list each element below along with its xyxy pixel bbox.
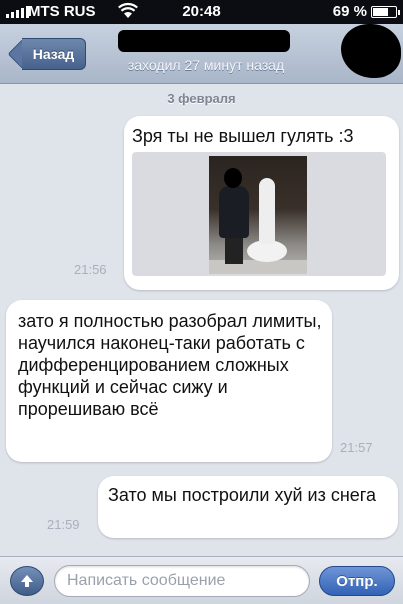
- message-text: зато я полностью разобрал лимиты, научил…: [18, 311, 322, 419]
- message-text: Зато мы построили хуй из снега: [108, 485, 376, 505]
- battery-icon: [371, 6, 400, 18]
- chat-history[interactable]: 3 февраля Зря ты не вышел гулять :3 21:5…: [0, 84, 403, 556]
- back-button[interactable]: Назад: [7, 38, 88, 70]
- attach-button[interactable]: [10, 566, 44, 596]
- photo-attachment[interactable]: [132, 152, 386, 276]
- message-input[interactable]: [54, 565, 310, 597]
- message-text: Зря ты не вышел гулять :3: [132, 126, 354, 146]
- navigation-bar: Назад заходил 27 минут назад: [0, 24, 403, 84]
- message-time: 21:56: [74, 262, 107, 277]
- arrow-up-icon: [21, 575, 33, 587]
- send-button[interactable]: Отпр.: [319, 566, 395, 596]
- back-button-label: Назад: [22, 38, 86, 70]
- photo-image: [209, 156, 307, 274]
- battery-fill: [373, 8, 389, 16]
- message-incoming[interactable]: зато я полностью разобрал лимиты, научил…: [6, 300, 332, 462]
- contact-avatar[interactable]: [341, 24, 401, 78]
- status-bar: MTS RUS 20:48 69 %: [0, 0, 403, 24]
- message-time: 21:57: [340, 440, 373, 455]
- snow-sculpture: [259, 178, 275, 244]
- message-outgoing-photo[interactable]: Зря ты не вышел гулять :3: [124, 116, 399, 290]
- face-redaction: [224, 168, 242, 188]
- message-outgoing[interactable]: Зато мы построили хуй из снега: [98, 476, 398, 538]
- last-seen-status: заходил 27 минут назад: [127, 57, 285, 73]
- battery-percent: 69 %: [332, 3, 367, 20]
- contact-name-redaction: [118, 30, 290, 52]
- message-time: 21:59: [47, 517, 80, 532]
- message-input-bar: Отпр.: [0, 556, 403, 604]
- date-separator: 3 февраля: [167, 91, 236, 106]
